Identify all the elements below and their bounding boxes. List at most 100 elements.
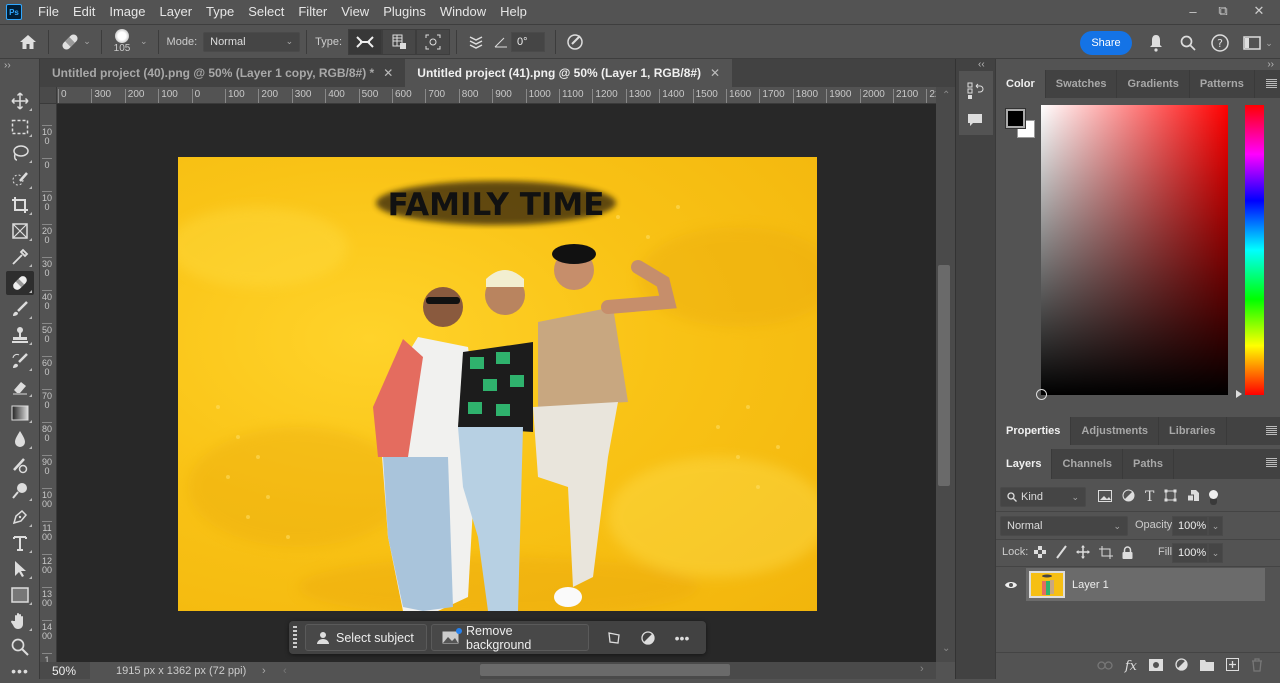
transform-button[interactable] <box>597 631 631 645</box>
tab-paths[interactable]: Paths <box>1123 449 1174 479</box>
fill-dropdown[interactable]: ⌄ <box>1208 543 1223 563</box>
panel-menu-icon[interactable] <box>1266 426 1277 435</box>
menu-view[interactable]: View <box>334 0 376 24</box>
tab-gradients[interactable]: Gradients <box>1117 70 1190 98</box>
menu-select[interactable]: Select <box>241 0 291 24</box>
tool-path-selection[interactable] <box>6 557 34 581</box>
scroll-up-icon[interactable]: ⌃ <box>942 90 950 101</box>
tool-crop[interactable] <box>6 193 34 217</box>
menu-plugins[interactable]: Plugins <box>376 0 433 24</box>
layer-filter-kind-select[interactable]: Kind ⌄ <box>1000 487 1086 507</box>
panel-menu-icon[interactable] <box>1266 458 1277 467</box>
select-subject-button[interactable]: Select subject <box>305 624 427 651</box>
menu-type[interactable]: Type <box>199 0 241 24</box>
type-create-texture-button[interactable] <box>382 28 417 55</box>
saturation-value-field[interactable] <box>1036 105 1228 400</box>
tool-zoom[interactable] <box>6 635 34 659</box>
tool-more[interactable]: ••• <box>6 659 34 683</box>
layer-row[interactable]: Layer 1 <box>996 568 1280 601</box>
tool-rectangle[interactable] <box>6 583 34 607</box>
horizontal-scroll-thumb[interactable] <box>480 664 730 676</box>
pressure-button[interactable] <box>562 33 588 51</box>
tool-preset-picker[interactable]: ⌄ <box>55 32 95 52</box>
color-picker-cursor[interactable] <box>1036 389 1047 400</box>
tool-frame[interactable] <box>6 219 34 243</box>
tab-channels[interactable]: Channels <box>1052 449 1123 479</box>
opacity-input[interactable]: 100% <box>1172 516 1208 536</box>
more-options-icon[interactable]: ••• <box>665 630 699 646</box>
ruler-origin[interactable] <box>40 87 57 104</box>
workspace-button[interactable]: ⌄ <box>1240 33 1276 53</box>
tool-spot-healing-brush[interactable] <box>6 271 34 295</box>
horizontal-scrollbar[interactable]: › <box>480 662 936 679</box>
vertical-scroll-thumb[interactable] <box>938 265 950 486</box>
vertical-scrollbar[interactable]: ⌃ ⌄ <box>936 87 955 662</box>
sample-all-layers-button[interactable] <box>463 33 489 51</box>
lock-position-icon[interactable] <box>1076 545 1090 562</box>
filter-shape-layers-icon[interactable] <box>1164 489 1177 505</box>
layer-visibility-toggle[interactable] <box>996 580 1026 590</box>
filter-pixel-layers-icon[interactable] <box>1098 489 1112 505</box>
search-button[interactable] <box>1178 33 1198 53</box>
tool-smudge[interactable] <box>6 453 34 477</box>
share-button[interactable]: Share <box>1080 31 1132 55</box>
tool-pen[interactable] <box>6 505 34 529</box>
zoom-level[interactable]: 50% <box>40 662 90 679</box>
foreground-color-swatch[interactable] <box>1005 108 1026 129</box>
drag-handle[interactable] <box>293 625 297 650</box>
adjustment-button[interactable] <box>631 630 665 645</box>
lock-transparent-pixels-icon[interactable] <box>1034 546 1046 561</box>
mode-select[interactable]: Normal ⌄ <box>203 31 301 52</box>
tool-marquee[interactable] <box>6 115 34 139</box>
scroll-right-icon[interactable]: › <box>920 663 924 675</box>
tab-libraries[interactable]: Libraries <box>1159 417 1227 445</box>
blend-mode-select[interactable]: Normal ⌄ <box>1000 516 1128 536</box>
expand-toolbar-icon[interactable]: ›› <box>4 60 11 71</box>
tool-type[interactable] <box>6 531 34 555</box>
minimize-button[interactable]: – <box>1178 0 1208 22</box>
scroll-left-icon[interactable]: ‹ <box>283 665 287 677</box>
tool-clone-stamp[interactable] <box>6 323 34 347</box>
menu-window[interactable]: Window <box>433 0 493 24</box>
lock-artboard-icon[interactable] <box>1099 545 1113 562</box>
lock-all-icon[interactable] <box>1122 545 1133 562</box>
notifications-button[interactable] <box>1146 33 1166 53</box>
home-button[interactable] <box>14 34 42 50</box>
tool-quick-selection[interactable] <box>6 167 34 191</box>
brush-size-picker[interactable]: 105 <box>108 29 136 54</box>
tool-lasso[interactable] <box>6 141 34 165</box>
tab-layers[interactable]: Layers <box>996 449 1053 479</box>
tab-document-41[interactable]: Untitled project (41).png @ 50% (Layer 1… <box>405 59 733 87</box>
history-panel-button[interactable] <box>964 80 986 102</box>
tool-move[interactable] <box>6 89 34 113</box>
add-mask-icon[interactable] <box>1149 658 1163 674</box>
menu-edit[interactable]: Edit <box>66 0 102 24</box>
hue-slider-handle[interactable] <box>1236 390 1242 398</box>
fx-icon[interactable]: fx <box>1125 659 1137 674</box>
panel-menu-icon[interactable] <box>1266 79 1277 88</box>
scroll-down-icon[interactable]: ⌄ <box>942 643 950 654</box>
fill-input[interactable]: 100% <box>1172 543 1208 563</box>
layer-name[interactable]: Layer 1 <box>1072 579 1109 591</box>
type-proximity-match-button[interactable] <box>416 28 451 55</box>
delete-layer-icon[interactable] <box>1251 657 1263 675</box>
status-expand-icon[interactable]: › <box>262 665 266 677</box>
menu-filter[interactable]: Filter <box>291 0 334 24</box>
remove-background-button[interactable]: Remove background <box>431 624 589 652</box>
new-group-icon[interactable] <box>1200 659 1214 674</box>
tab-document-40[interactable]: Untitled project (40).png @ 50% (Layer 1… <box>40 59 405 87</box>
document-canvas[interactable]: FAMILY TIME <box>178 157 817 611</box>
restore-button[interactable]: ⧉ <box>1208 0 1238 22</box>
tab-adjustments[interactable]: Adjustments <box>1071 417 1160 445</box>
tool-gradient[interactable] <box>6 401 34 425</box>
angle-input[interactable]: 0° <box>511 31 546 52</box>
link-layers-icon[interactable] <box>1097 659 1113 673</box>
tab-patterns[interactable]: Patterns <box>1190 70 1255 98</box>
expand-panels-icon[interactable]: ›› <box>1267 59 1274 70</box>
filter-smart-objects-icon[interactable] <box>1187 489 1200 505</box>
menu-help[interactable]: Help <box>493 0 534 24</box>
close-tab-icon[interactable]: ✕ <box>710 66 720 80</box>
tab-properties[interactable]: Properties <box>996 417 1072 445</box>
menu-layer[interactable]: Layer <box>153 0 200 24</box>
tool-eyedropper[interactable] <box>6 245 34 269</box>
